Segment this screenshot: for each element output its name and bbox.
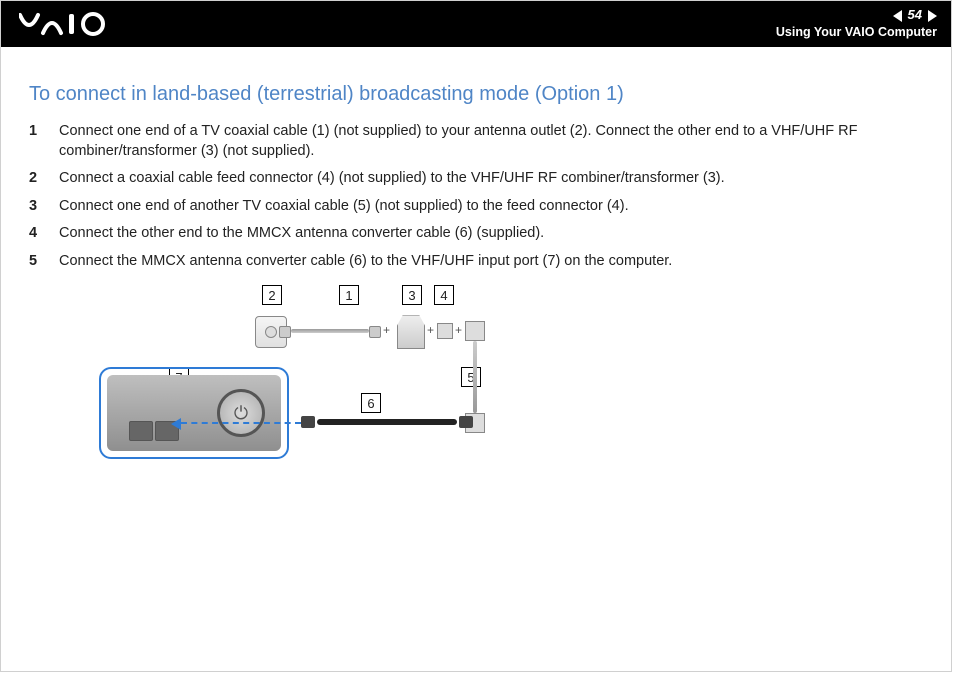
- step-row: 1 Connect one end of a TV coaxial cable …: [29, 122, 923, 161]
- step-text: Connect one end of another TV coaxial ca…: [59, 197, 923, 217]
- callout-6: 6: [361, 393, 381, 413]
- coax-cable-icon: [473, 341, 477, 413]
- step-text: Connect a coaxial cable feed connector (…: [59, 169, 923, 189]
- feed-connector-icon: [437, 323, 453, 339]
- step-row: 3 Connect one end of another TV coaxial …: [29, 197, 923, 217]
- step-text: Connect the other end to the MMCX antenn…: [59, 224, 923, 244]
- mmcx-cable-icon: [317, 419, 457, 425]
- connection-arrow-icon: [181, 422, 301, 424]
- step-number: 2: [29, 169, 41, 189]
- header-right: 54 Using Your VAIO Computer: [776, 8, 937, 39]
- step-text: Connect one end of a TV coaxial cable (1…: [59, 122, 923, 161]
- step-text: Connect the MMCX antenna converter cable…: [59, 252, 923, 272]
- step-number: 1: [29, 122, 41, 161]
- plus-icon: +: [455, 323, 462, 337]
- callout-1: 1: [339, 285, 359, 305]
- rf-combiner-icon: [397, 315, 425, 349]
- step-number: 5: [29, 252, 41, 272]
- plus-icon: +: [383, 323, 390, 337]
- step-number: 4: [29, 224, 41, 244]
- step-number: 3: [29, 197, 41, 217]
- cable-elbow-icon: [465, 321, 485, 341]
- computer-port-panel: [99, 367, 289, 459]
- coax-cable-icon: [291, 329, 369, 333]
- port-icon: [129, 421, 153, 441]
- callout-5: 5: [461, 367, 481, 387]
- callout-3: 3: [402, 285, 422, 305]
- prev-page-icon[interactable]: [893, 10, 902, 22]
- plus-icon: +: [427, 323, 434, 337]
- connection-diagram: 2 1 3 4 5 6 7 + + + +: [69, 285, 499, 465]
- page-content: To connect in land-based (terrestrial) b…: [1, 47, 951, 465]
- header-bar: 54 Using Your VAIO Computer: [1, 1, 951, 47]
- vaio-logo: [19, 11, 129, 37]
- step-row: 5 Connect the MMCX antenna converter cab…: [29, 252, 923, 272]
- page-number: 54: [908, 8, 922, 23]
- step-row: 4 Connect the other end to the MMCX ante…: [29, 224, 923, 244]
- callout-2: 2: [262, 285, 282, 305]
- section-title: Using Your VAIO Computer: [776, 25, 937, 39]
- next-page-icon[interactable]: [928, 10, 937, 22]
- page-title: To connect in land-based (terrestrial) b…: [29, 83, 923, 106]
- step-row: 2 Connect a coaxial cable feed connector…: [29, 169, 923, 189]
- callout-4: 4: [434, 285, 454, 305]
